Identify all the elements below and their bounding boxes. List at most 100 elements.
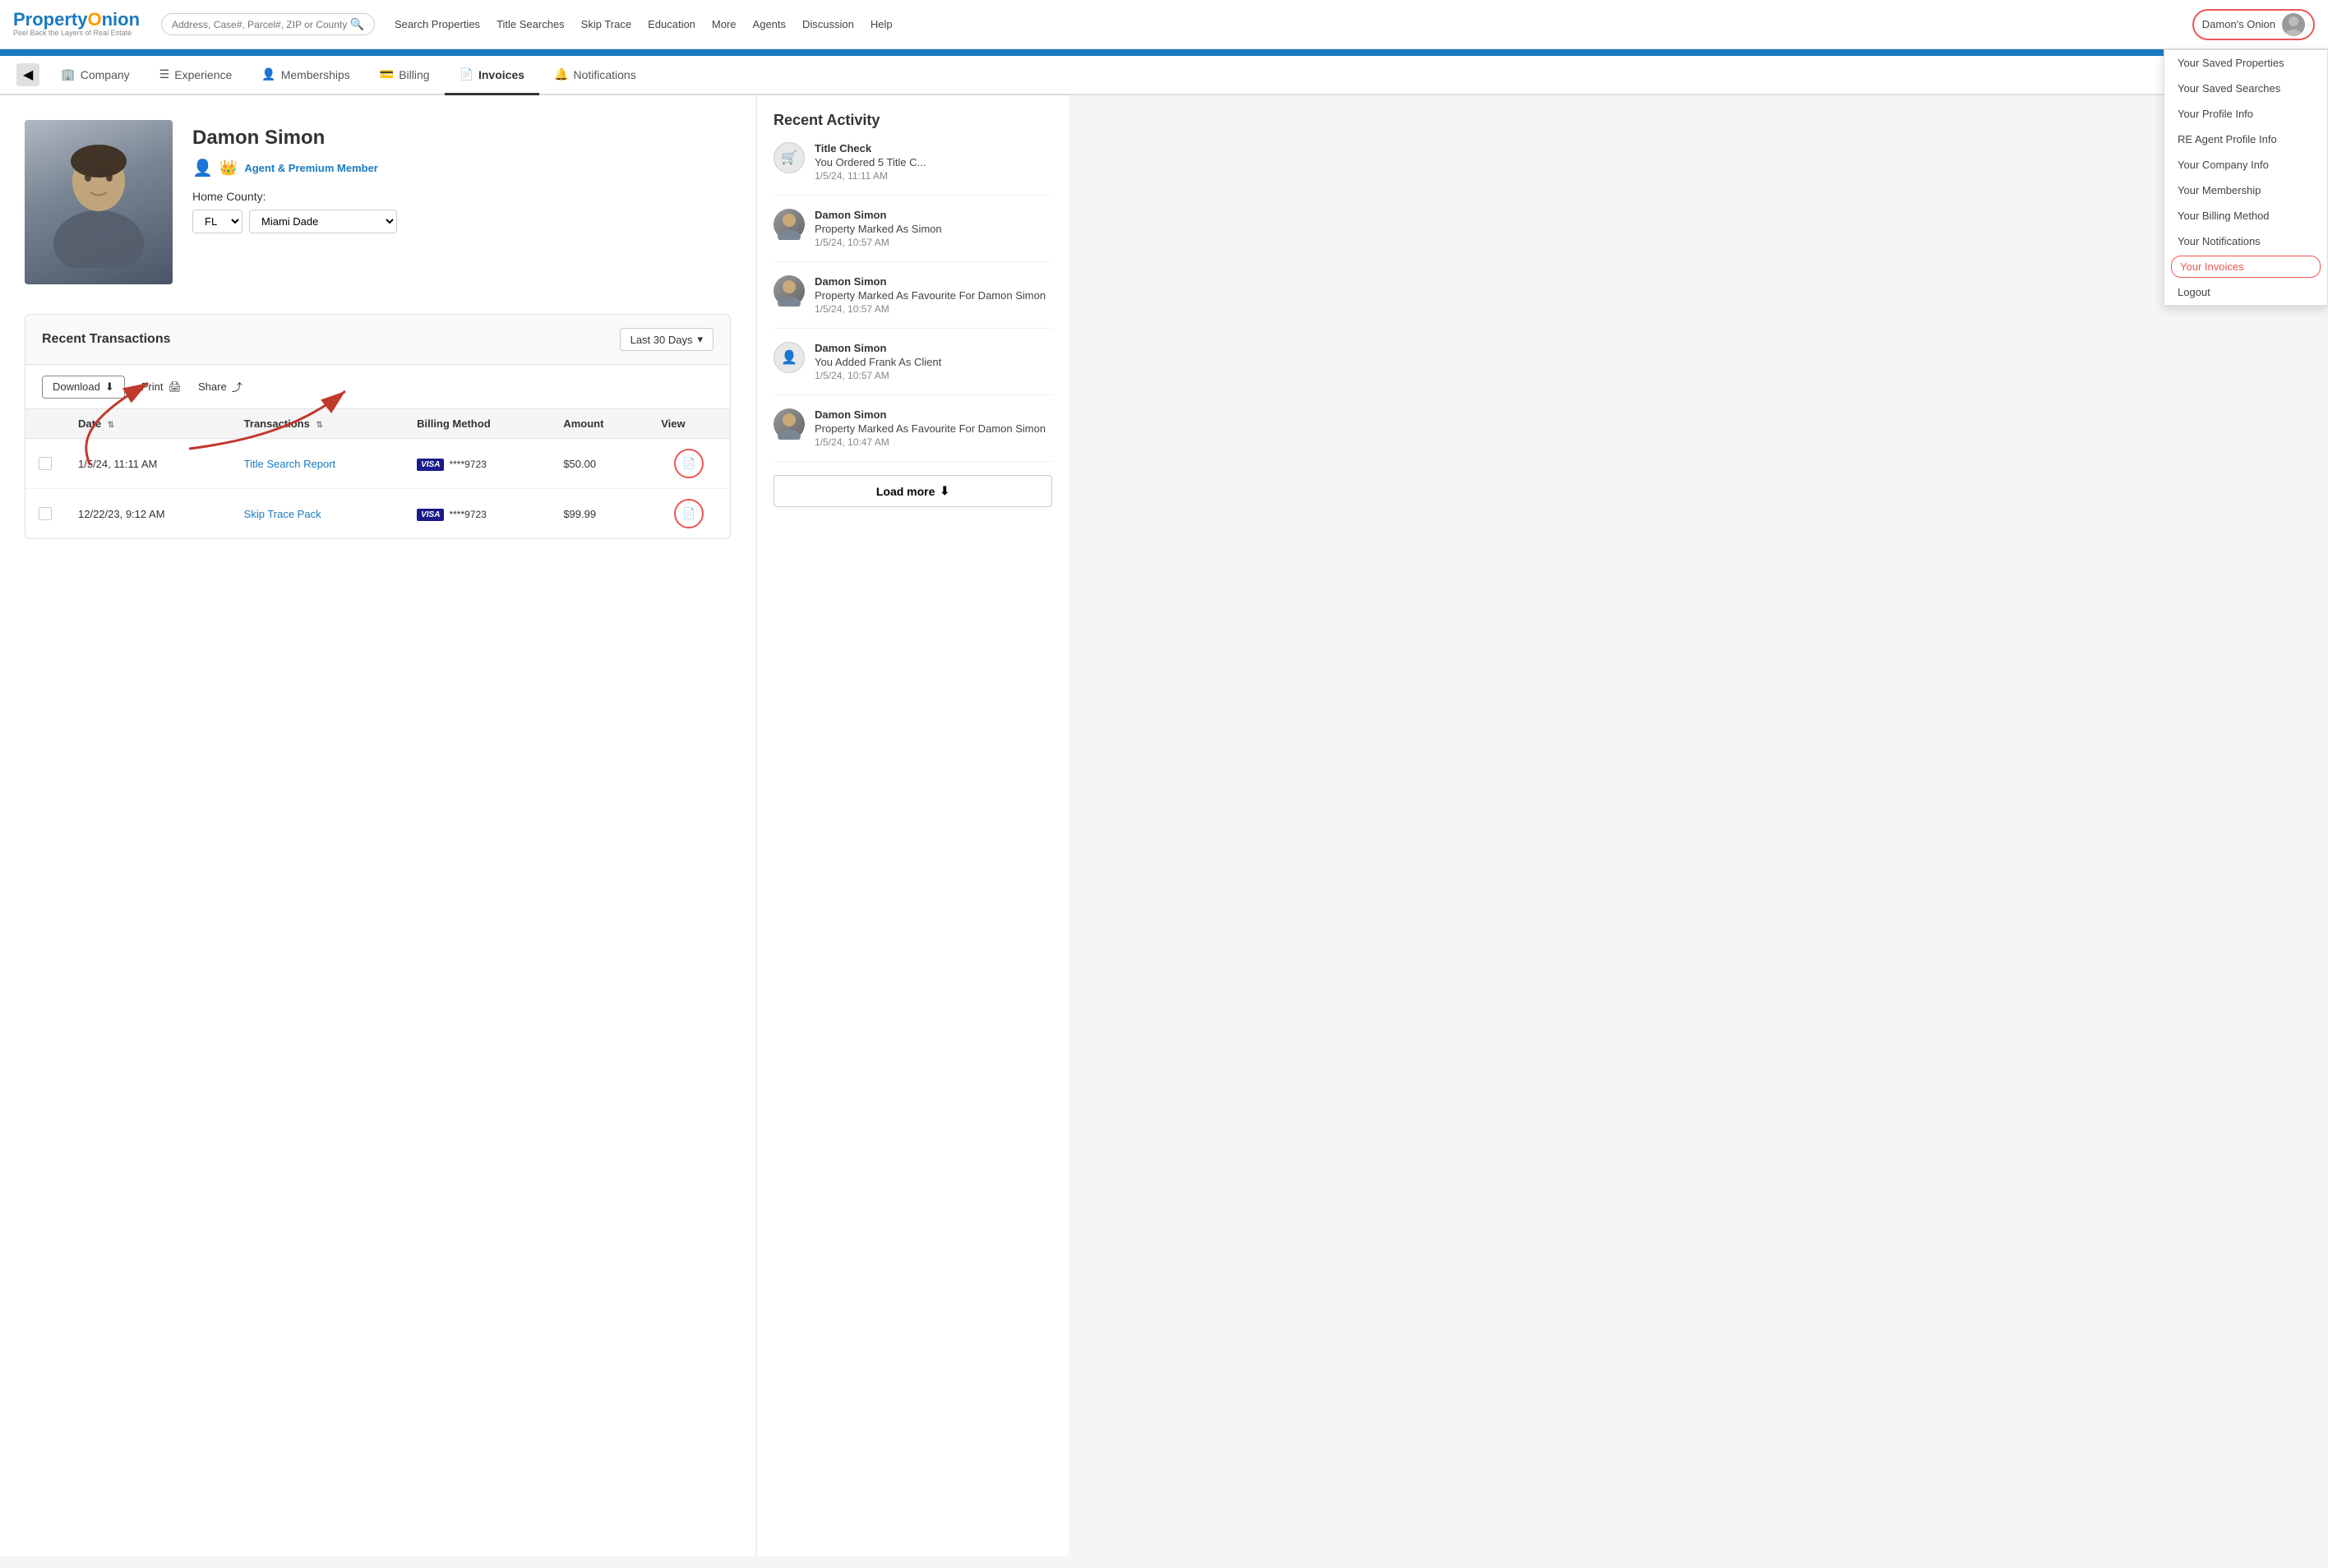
cart-icon: 🛒 <box>774 142 805 173</box>
row2-billing: VISA ****9723 <box>404 489 550 539</box>
invoices-icon: 📄 <box>460 67 473 81</box>
share-button[interactable]: Share ⤴ <box>198 375 242 399</box>
nav-links: Search Properties Title Searches Skip Tr… <box>395 18 2192 30</box>
visa-icon: VISA <box>417 459 444 471</box>
print-label: Print <box>141 380 164 393</box>
activity-desc: You Ordered 5 Title C... <box>815 156 1052 168</box>
search-icon: 🔍 <box>350 17 364 31</box>
sub-nav-toggle[interactable]: ◀ <box>16 63 39 86</box>
tab-experience-label: Experience <box>174 68 232 81</box>
transactions-sort-icon: ⇅ <box>316 421 322 430</box>
date-filter[interactable]: Last 30 Days ▾ <box>620 328 714 351</box>
dropdown-profile-info[interactable]: Your Profile Info <box>2164 101 2327 127</box>
dropdown-notifications[interactable]: Your Notifications <box>2164 228 2327 254</box>
row1-view-button[interactable]: 📄 <box>674 449 704 478</box>
tab-billing[interactable]: 💳 Billing <box>365 56 445 95</box>
search-input[interactable] <box>172 19 350 30</box>
tab-experience[interactable]: ☰ Experience <box>145 56 247 95</box>
table-row: 1/5/24, 11:11 AM Title Search Report VIS… <box>25 439 730 489</box>
main-layout: Damon Simon 👤 👑 Agent & Premium Member H… <box>0 95 2328 1556</box>
nav-title-searches[interactable]: Title Searches <box>497 18 565 30</box>
activity-time: 1/5/24, 11:11 AM <box>815 170 1052 182</box>
nav-help[interactable]: Help <box>871 18 893 30</box>
notifications-icon: 🔔 <box>554 67 568 81</box>
row1-billing: VISA ****9723 <box>404 439 550 489</box>
dropdown-membership[interactable]: Your Membership <box>2164 178 2327 203</box>
load-more-button[interactable]: Load more ⬇ <box>774 475 1052 507</box>
date-column-header[interactable]: Date ⇅ <box>65 409 231 439</box>
activity-item: Damon Simon Property Marked As Favourite… <box>774 275 1052 329</box>
row1-view-cell: 📄 <box>648 439 730 489</box>
profile-badges: 👤 👑 Agent & Premium Member <box>192 158 397 178</box>
transactions-header: Recent Transactions Last 30 Days ▾ <box>25 315 730 365</box>
nav-search-properties[interactable]: Search Properties <box>395 18 480 30</box>
tab-company[interactable]: 🏢 Company <box>46 56 144 95</box>
sub-nav: ◀ 🏢 Company ☰ Experience 👤 Memberships 💳… <box>0 56 2328 95</box>
logo[interactable]: PropertyOnion Peel Back the Layers of Re… <box>13 11 145 38</box>
row2-view-button[interactable]: 📄 <box>674 499 704 528</box>
row1-checkbox[interactable] <box>39 457 52 470</box>
dropdown-saved-properties[interactable]: Your Saved Properties <box>2164 50 2327 76</box>
activity-time: 1/5/24, 10:57 AM <box>815 237 1052 248</box>
nav-skip-trace[interactable]: Skip Trace <box>581 18 631 30</box>
dropdown-company-info[interactable]: Your Company Info <box>2164 152 2327 178</box>
activity-name: Damon Simon <box>815 275 1052 288</box>
tab-invoices[interactable]: 📄 Invoices <box>445 56 539 95</box>
nav-agents[interactable]: Agents <box>753 18 786 30</box>
recent-activity-title: Recent Activity <box>774 112 1052 129</box>
row2-checkbox[interactable] <box>39 507 52 520</box>
activity-desc: Property Marked As Simon <box>815 223 1052 235</box>
row2-transaction: Skip Trace Pack <box>231 489 404 539</box>
tab-memberships[interactable]: 👤 Memberships <box>247 56 364 95</box>
row1-transaction-link[interactable]: Title Search Report <box>244 458 336 470</box>
user-dropdown-menu: Your Saved Properties Your Saved Searche… <box>2164 49 2328 306</box>
avatar <box>2282 13 2305 36</box>
row1-card: ****9723 <box>449 459 486 470</box>
search-bar[interactable]: 🔍 <box>161 13 375 35</box>
company-icon: 🏢 <box>61 67 75 81</box>
dropdown-invoices[interactable]: Your Invoices <box>2171 256 2321 278</box>
download-icon: ⬇ <box>105 380 114 394</box>
activity-desc: Property Marked As Favourite For Damon S… <box>815 289 1052 302</box>
row1-date: 1/5/24, 11:11 AM <box>65 439 231 489</box>
user-name: Damon's Onion <box>2202 18 2275 30</box>
transactions-column-header[interactable]: Transactions ⇅ <box>231 409 404 439</box>
transactions-table: Date ⇅ Transactions ⇅ Billing Method Amo… <box>25 409 730 538</box>
dropdown-billing-method[interactable]: Your Billing Method <box>2164 203 2327 228</box>
print-button[interactable]: Print 🖨 <box>141 376 182 398</box>
row2-view-cell: 📄 <box>648 489 730 539</box>
county-select[interactable]: Miami Dade Broward Palm Beach <box>249 210 397 233</box>
row1-checkbox-cell <box>25 439 65 489</box>
row2-transaction-link[interactable]: Skip Trace Pack <box>244 508 321 520</box>
download-button[interactable]: Download ⬇ <box>42 376 125 399</box>
dropdown-logout[interactable]: Logout <box>2164 279 2327 305</box>
nav-discussion[interactable]: Discussion <box>802 18 854 30</box>
row1-transaction: Title Search Report <box>231 439 404 489</box>
activity-name: Damon Simon <box>815 408 1052 421</box>
left-panel: Damon Simon 👤 👑 Agent & Premium Member H… <box>0 95 756 1556</box>
state-select[interactable]: FL CA TX <box>192 210 242 233</box>
tab-company-label: Company <box>81 68 130 81</box>
dropdown-saved-searches[interactable]: Your Saved Searches <box>2164 76 2327 101</box>
activity-desc: Property Marked As Favourite For Damon S… <box>815 422 1052 435</box>
profile-info: Damon Simon 👤 👑 Agent & Premium Member H… <box>192 120 397 233</box>
table-row: 12/22/23, 9:12 AM Skip Trace Pack VISA *… <box>25 489 730 539</box>
share-label: Share <box>198 380 227 393</box>
dropdown-agent-profile[interactable]: RE Agent Profile Info <box>2164 127 2327 152</box>
chevron-down-icon: ⬇ <box>940 484 949 498</box>
premium-icon: 👑 <box>219 159 238 177</box>
top-nav: PropertyOnion Peel Back the Layers of Re… <box>0 0 2328 49</box>
row2-date: 12/22/23, 9:12 AM <box>65 489 231 539</box>
user-menu-button[interactable]: Damon's Onion <box>2192 9 2315 40</box>
transactions-title: Recent Transactions <box>42 332 171 347</box>
activity-item: Damon Simon Property Marked As Favourite… <box>774 408 1052 462</box>
activity-time: 1/5/24, 10:57 AM <box>815 303 1052 315</box>
avatar-icon <box>774 275 805 307</box>
right-panel: Recent Activity 🛒 Title Check You Ordere… <box>756 95 1069 1556</box>
nav-more[interactable]: More <box>712 18 737 30</box>
blue-stripe <box>0 49 2328 56</box>
row2-amount: $99.99 <box>550 489 648 539</box>
nav-education[interactable]: Education <box>648 18 695 30</box>
tab-notifications[interactable]: 🔔 Notifications <box>539 56 651 95</box>
activity-item: Damon Simon Property Marked As Simon 1/5… <box>774 209 1052 262</box>
